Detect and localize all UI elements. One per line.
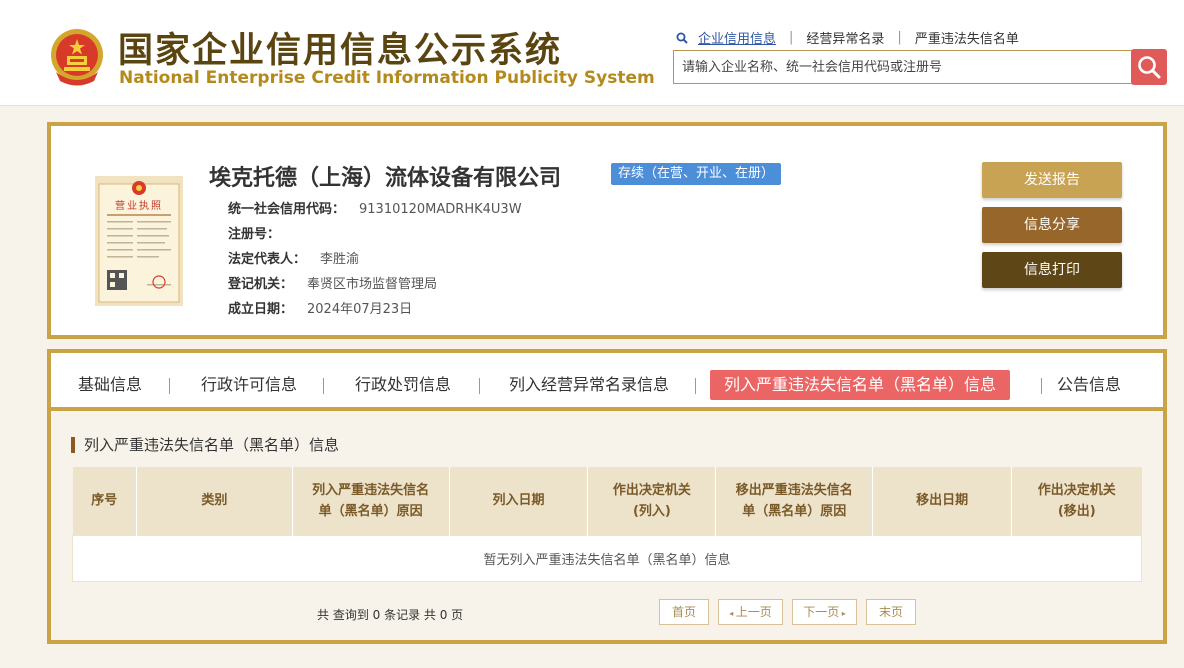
pager-next-button[interactable]: 下一页 ▸	[792, 599, 857, 625]
nav-divider: |	[789, 30, 794, 45]
info-row-registration-number: 注册号：	[228, 223, 294, 242]
info-value: 李胜渝	[320, 252, 360, 267]
nav-divider: |	[897, 30, 902, 45]
info-label: 登记机关：	[228, 277, 294, 292]
info-label: 注册号：	[228, 227, 281, 242]
search-icon	[1138, 56, 1161, 79]
send-report-button[interactable]: 发送报告	[982, 162, 1122, 198]
info-label: 统一社会信用代码：	[228, 202, 346, 217]
empty-message: 暂无列入严重违法失信名单（黑名单）信息	[72, 534, 1142, 582]
search-input[interactable]	[674, 51, 1135, 83]
top-nav: 企业信用信息 | 经营异常名录 | 严重违法失信名单	[676, 28, 1019, 47]
business-license-icon: 营业执照	[95, 176, 183, 306]
nav-link-enterprise-credit[interactable]: 企业信用信息	[698, 28, 776, 47]
share-info-button[interactable]: 信息分享	[982, 207, 1122, 243]
search-box	[673, 50, 1135, 84]
print-info-button[interactable]: 信息打印	[982, 252, 1122, 288]
tab-bar: 基础信息 行政许可信息 行政处罚信息 列入经营异常名录信息 列入严重违法失信名单…	[51, 353, 1163, 411]
column-header-index: 序号	[72, 467, 137, 535]
info-value: 奉贤区市场监督管理局	[307, 277, 438, 292]
tab-basic-info[interactable]: 基础信息	[78, 370, 142, 400]
column-header-listing-reason: 列入严重违法失信名 单（黑名单）原因	[292, 467, 450, 535]
tab-blacklist[interactable]: 列入严重违法失信名单（黑名单）信息	[710, 370, 1011, 400]
national-emblem-icon	[51, 29, 103, 86]
tab-admin-penalty[interactable]: 行政处罚信息	[355, 370, 451, 400]
chevron-right-icon: ▸	[839, 609, 846, 618]
company-card: 营业执照 埃克托德（上海）流体设备有限公司 存续（在营、开业、在册） 统一社会信…	[47, 122, 1167, 339]
tab-divider	[323, 378, 324, 394]
search-button[interactable]	[1131, 49, 1167, 85]
info-row-established-date: 成立日期： 2024年07月23日	[228, 298, 412, 317]
info-label: 成立日期：	[228, 302, 294, 317]
pager-last-button[interactable]: 末页	[866, 599, 916, 625]
tab-divider	[695, 378, 696, 394]
table-row: 暂无列入严重违法失信名单（黑名单）信息	[72, 534, 1142, 582]
table-header-row: 序号 类别 列入严重违法失信名 单（黑名单）原因 列入日期 作出决定机关 (列入) …	[72, 467, 1142, 535]
tab-divider	[479, 378, 480, 394]
column-header-category: 类别	[136, 467, 293, 535]
pager-prev-label: 上一页	[735, 605, 772, 619]
column-header-listing-date: 列入日期	[449, 467, 589, 535]
site-subtitle: National Enterprise Credit Information P…	[119, 68, 655, 88]
info-label: 法定代表人：	[228, 252, 307, 267]
license-title: 营业执照	[115, 199, 163, 212]
record-count: 共 查询到 0 条记录 共 0 页	[317, 608, 464, 622]
column-header-removal-reason: 移出严重违法失信名 单（黑名单）原因	[715, 467, 874, 535]
nav-link-blacklist[interactable]: 严重违法失信名单	[915, 28, 1019, 47]
pager-prev-button[interactable]: ◂ 上一页	[718, 599, 783, 625]
tab-abnormal-operations[interactable]: 列入经营异常名录信息	[509, 370, 669, 400]
status-badge: 存续（在营、开业、在册）	[611, 163, 782, 185]
tab-announcements[interactable]: 公告信息	[1057, 370, 1121, 400]
tab-divider	[1041, 378, 1042, 394]
info-row-legal-representative: 法定代表人： 李胜渝	[228, 248, 359, 267]
pager-next-label: 下一页	[803, 605, 840, 619]
info-value: 2024年07月23日	[307, 302, 413, 317]
blacklist-table: 序号 类别 列入严重违法失信名 单（黑名单）原因 列入日期 作出决定机关 (列入) …	[72, 467, 1142, 582]
info-row-credit-code: 统一社会信用代码： 91310120MADRHK4U3W	[228, 198, 522, 217]
nav-link-abnormal-operations[interactable]: 经营异常名录	[806, 28, 884, 47]
company-name: 埃克托德（上海）流体设备有限公司	[209, 166, 562, 191]
site-header: 国家企业信用信息公示系统 National Enterprise Credit …	[0, 0, 1184, 106]
column-header-removal-authority: 作出决定机关 (移出)	[1011, 467, 1142, 535]
column-header-removal-date: 移出日期	[872, 467, 1013, 535]
section-title: 列入严重违法失信名单（黑名单）信息	[71, 437, 339, 453]
magnifier-icon	[676, 32, 688, 44]
tab-admin-license[interactable]: 行政许可信息	[201, 370, 297, 400]
info-value: 91310120MADRHK4U3W	[359, 202, 522, 217]
site-title: 国家企业信用信息公示系统	[118, 31, 563, 71]
pager-first-button[interactable]: 首页	[659, 599, 709, 625]
tab-divider	[169, 378, 170, 394]
info-row-registration-authority: 登记机关： 奉贤区市场监督管理局	[228, 273, 437, 292]
info-panel: 基础信息 行政许可信息 行政处罚信息 列入经营异常名录信息 列入严重违法失信名单…	[47, 349, 1167, 644]
column-header-listing-authority: 作出决定机关 (列入)	[587, 467, 717, 535]
